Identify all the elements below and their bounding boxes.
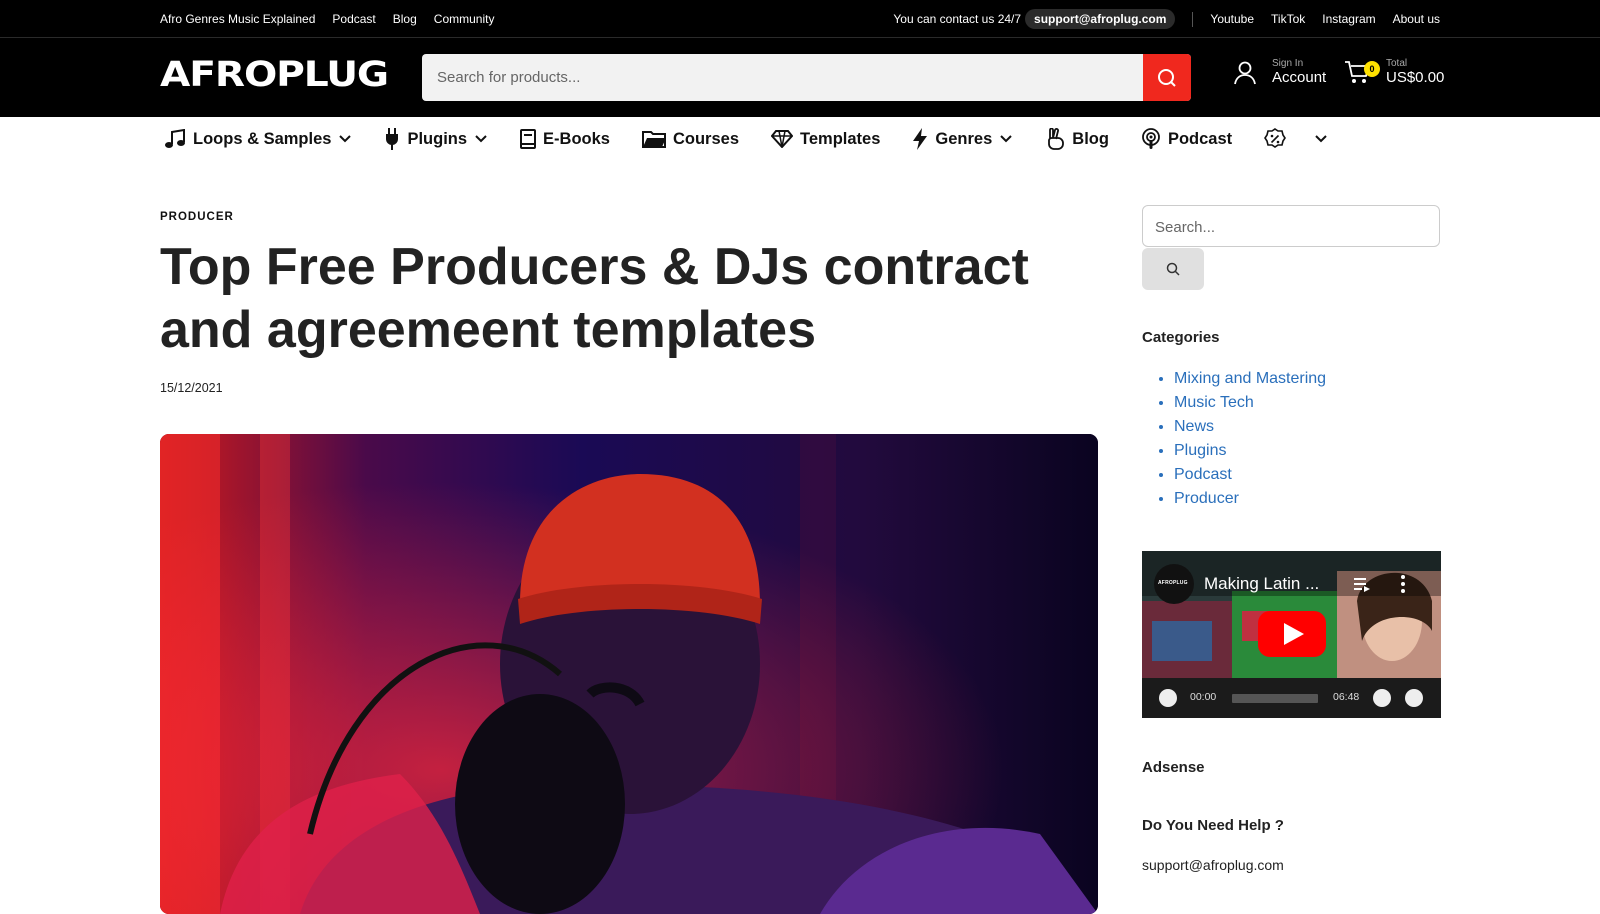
chevron-down-icon: [1000, 135, 1012, 143]
book-icon: [520, 129, 537, 149]
play-button[interactable]: [1159, 689, 1177, 707]
top-bar: Afro Genres Music Explained Podcast Blog…: [0, 0, 1600, 38]
search-icon: [1158, 68, 1176, 87]
category-link[interactable]: Producer: [1174, 487, 1326, 511]
help-email[interactable]: support@afroplug.com: [1142, 857, 1284, 873]
article-title: Top Free Producers & DJs contract and ag…: [160, 238, 1029, 359]
producer-photo: [160, 434, 1098, 914]
adsense-title: Adsense: [1142, 759, 1205, 776]
discount-badge-icon: [1264, 128, 1287, 148]
main-header: AFROPLUG Search for products... Sign In …: [0, 38, 1600, 117]
nav-item-plugins[interactable]: Plugins: [384, 128, 488, 150]
article-date: 15/12/2021: [160, 381, 223, 395]
category-link[interactable]: Plugins: [1174, 439, 1326, 463]
product-search-input[interactable]: Search for products...: [437, 69, 580, 86]
video-thumbnail: [1142, 551, 1441, 678]
chevron-down-icon: [475, 135, 487, 143]
nav-label: Loops & Samples: [193, 129, 332, 148]
contact-text: You can contact us 24/7: [893, 12, 1022, 26]
top-link-afro-genres[interactable]: Afro Genres Music Explained: [160, 12, 315, 26]
top-link-blog[interactable]: Blog: [393, 12, 417, 26]
top-links: Afro Genres Music Explained Podcast Blog…: [160, 12, 494, 26]
peace-hand-icon: [1048, 128, 1065, 150]
nav-label: Podcast: [1167, 129, 1233, 148]
folder-icon: [641, 131, 666, 148]
account-label: Account: [1272, 69, 1327, 86]
nav-item-ebooks[interactable]: E-Books: [520, 129, 610, 149]
video-player[interactable]: AFROPLUG Making Latin ... 00:00 06:48: [1142, 551, 1441, 718]
cart-icon-wrap: 0: [1344, 59, 1380, 85]
chevron-down-icon: [339, 135, 352, 143]
nav-item-templates[interactable]: Templates: [771, 130, 880, 149]
contact-info: You can contact us 24/7 support@afroplug…: [893, 9, 1176, 29]
nav-item-courses[interactable]: Courses: [641, 129, 740, 149]
categories-title: Categories: [1142, 329, 1220, 346]
social-instagram[interactable]: Instagram: [1322, 12, 1375, 26]
category-link[interactable]: Music Tech: [1174, 391, 1326, 415]
user-icon: [1234, 61, 1256, 85]
contact-email-link[interactable]: support@afroplug.com: [1025, 9, 1176, 29]
product-search: Search for products...: [422, 54, 1191, 101]
cart-total-label: Total: [1386, 58, 1408, 69]
category-link[interactable]: News: [1174, 415, 1326, 439]
categories-list: Mixing and Mastering Music Tech News Plu…: [1160, 367, 1326, 511]
nav-item-blog[interactable]: Blog: [1045, 128, 1109, 150]
video-controls: 00:00 06:48: [1142, 678, 1441, 718]
cart-link[interactable]: 0 Total US$0.00: [1344, 58, 1444, 86]
lightning-icon: [913, 128, 928, 150]
top-link-community[interactable]: Community: [434, 12, 495, 26]
nav-item-more[interactable]: [1264, 128, 1328, 150]
blog-search-field[interactable]: Search...: [1142, 205, 1440, 247]
blog-search-button[interactable]: [1142, 248, 1204, 290]
search-button[interactable]: [1143, 54, 1191, 101]
site-logo[interactable]: AFROPLUG: [160, 55, 389, 95]
volume-button[interactable]: [1373, 689, 1391, 707]
music-note-icon: [165, 129, 185, 148]
current-time: 00:00: [1190, 691, 1217, 703]
social-tiktok[interactable]: TikTok: [1271, 12, 1305, 26]
nav-item-loops-samples[interactable]: Loops & Samples: [164, 129, 352, 149]
nav-label: Courses: [672, 129, 740, 148]
nav-label: Blog: [1072, 129, 1109, 148]
diamond-icon: [771, 130, 794, 148]
top-right: You can contact us 24/7 support@afroplug…: [893, 9, 1440, 29]
search-icon: [1166, 262, 1180, 276]
social-youtube[interactable]: Youtube: [1210, 12, 1254, 26]
nav-label: Genres: [935, 129, 993, 148]
category-link[interactable]: Mixing and Mastering: [1174, 367, 1326, 391]
help-title: Do You Need Help ?: [1142, 817, 1284, 834]
blog-search-input: Search...: [1155, 219, 1216, 236]
hero-image: [160, 434, 1098, 914]
total-time: 06:48: [1333, 691, 1360, 703]
channel-avatar[interactable]: AFROPLUG: [1158, 580, 1188, 586]
nav-label: Templates: [800, 129, 881, 148]
main-nav: Loops & Samples Plugins E-Books Courses …: [164, 128, 1328, 150]
chevron-down-icon: [1315, 135, 1327, 143]
fullscreen-button[interactable]: [1405, 689, 1423, 707]
plug-icon: [386, 128, 399, 150]
about-us-link[interactable]: About us: [1393, 12, 1440, 26]
divider: [1192, 11, 1194, 27]
video-title[interactable]: Making Latin ...: [1204, 574, 1319, 594]
nav-label: Plugins: [407, 129, 468, 148]
cart-total-value: US$0.00: [1386, 69, 1445, 86]
article-category[interactable]: PRODUCER: [160, 211, 234, 223]
account-link[interactable]: Sign In Account: [1232, 58, 1326, 86]
sign-in-label: Sign In: [1272, 58, 1304, 69]
top-link-podcast[interactable]: Podcast: [332, 12, 375, 26]
progress-slider[interactable]: [1232, 694, 1318, 703]
cart-count-badge: 0: [1364, 61, 1380, 77]
category-link[interactable]: Podcast: [1174, 463, 1326, 487]
podcast-icon: [1142, 128, 1160, 149]
nav-label: E-Books: [543, 129, 610, 148]
nav-item-podcast[interactable]: Podcast: [1141, 128, 1232, 150]
nav-item-genres[interactable]: Genres: [912, 128, 1013, 150]
